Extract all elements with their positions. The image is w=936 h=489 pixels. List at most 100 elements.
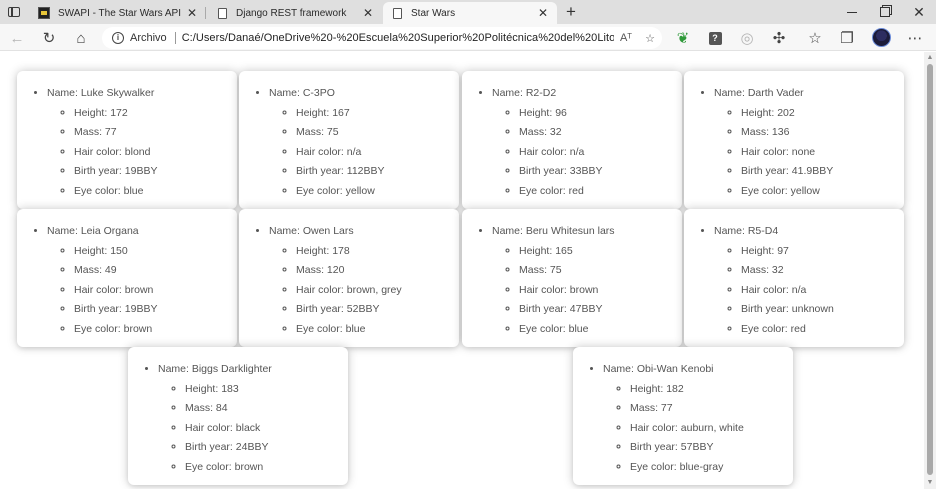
address-scheme-label: Archivo bbox=[130, 32, 167, 44]
info-icon[interactable]: i bbox=[112, 32, 124, 44]
close-window-button[interactable]: ✕ bbox=[902, 0, 936, 24]
eye-label: Eye color: bbox=[296, 184, 346, 197]
character-mass-item: Mass: 84 bbox=[185, 399, 272, 419]
character-hair-color: blond bbox=[124, 145, 151, 158]
character-height-item: Height: 150 bbox=[74, 242, 157, 262]
character-birth-year-item: Birth year: 24BBY bbox=[185, 438, 272, 458]
profile-avatar[interactable] bbox=[872, 28, 891, 47]
character-hair-color: auburn, white bbox=[680, 421, 744, 434]
close-icon[interactable]: ✕ bbox=[360, 6, 376, 20]
eye-label: Eye color: bbox=[519, 184, 569, 197]
character-name: R5-D4 bbox=[747, 225, 779, 237]
character-name: R2-D2 bbox=[525, 87, 557, 99]
character-card: Name: Obi-Wan KenobiHeight: 182Mass: 77H… bbox=[573, 347, 793, 485]
birth-label: Birth year: bbox=[630, 441, 681, 453]
character-card: Name: Leia OrganaHeight: 150Mass: 49Hair… bbox=[17, 209, 237, 347]
more-menu-icon[interactable]: ⋯ bbox=[904, 27, 926, 49]
character-height: 167 bbox=[332, 106, 350, 119]
character-hair-color: n/a bbox=[346, 145, 362, 158]
url-text[interactable]: C:/Users/Danaé/OneDrive%20-%20Escuela%20… bbox=[182, 32, 614, 44]
name-label: Name: bbox=[714, 225, 748, 237]
birth-label: Birth year: bbox=[519, 303, 570, 315]
mass-label: Mass: bbox=[185, 402, 216, 414]
name-label: Name: bbox=[269, 87, 303, 99]
hair-label: Hair color: bbox=[74, 145, 125, 158]
character-eye-color-item: Eye color: blue bbox=[74, 182, 157, 202]
character-mass: 77 bbox=[104, 126, 117, 138]
name-label: Name: bbox=[492, 87, 526, 99]
character-birth-year: 19BBY bbox=[124, 165, 158, 177]
character-eye-color: brown bbox=[234, 460, 264, 473]
character-hair-color-item: Hair color: blond bbox=[74, 143, 157, 163]
scroll-up-icon[interactable]: ▲ bbox=[926, 54, 934, 62]
character-mass-item: Mass: 75 bbox=[519, 261, 615, 281]
character-name: Darth Vader bbox=[747, 87, 804, 99]
mass-label: Mass: bbox=[74, 264, 105, 276]
minimize-button[interactable] bbox=[835, 0, 869, 24]
mass-label: Mass: bbox=[296, 126, 327, 138]
scroll-down-icon[interactable]: ▼ bbox=[926, 479, 934, 487]
tab-swapi[interactable]: SWAPI - The Star Wars API ✕ bbox=[30, 2, 206, 24]
tab-star-wars[interactable]: Star Wars ✕ bbox=[383, 2, 557, 24]
new-tab-button[interactable]: + bbox=[561, 3, 581, 21]
eye-label: Eye color: bbox=[741, 322, 791, 335]
collections-icon[interactable]: ❐ bbox=[836, 27, 858, 49]
character-birth-year: 19BBY bbox=[124, 303, 158, 315]
hair-label: Hair color: bbox=[185, 421, 236, 434]
close-icon[interactable]: ✕ bbox=[184, 6, 200, 20]
birth-label: Birth year: bbox=[741, 303, 792, 315]
extension-leaf-icon[interactable]: ❦ bbox=[672, 27, 694, 49]
tab-django-rest[interactable]: Django REST framework ✕ bbox=[208, 2, 382, 24]
character-mass-item: Mass: 32 bbox=[519, 123, 602, 143]
character-birth-year: 41.9BBY bbox=[791, 165, 834, 177]
character-eye-color: red bbox=[568, 184, 584, 197]
refresh-button[interactable]: ↻ bbox=[38, 27, 60, 49]
hair-label: Hair color: bbox=[296, 283, 347, 296]
character-name: Biggs Darklighter bbox=[191, 363, 272, 375]
character-birth-year: 52BBY bbox=[346, 303, 380, 315]
height-label: Height: bbox=[630, 382, 667, 395]
character-card: Name: R2-D2Height: 96Mass: 32Hair color:… bbox=[462, 71, 682, 209]
hair-label: Hair color: bbox=[519, 145, 570, 158]
character-eye-color: red bbox=[790, 322, 806, 335]
extensions-puzzle-icon[interactable]: ✣ bbox=[768, 27, 790, 49]
character-name: C-3PO bbox=[302, 87, 335, 99]
character-hair-color-item: Hair color: brown bbox=[519, 281, 615, 301]
maximize-button[interactable] bbox=[868, 0, 902, 24]
character-name: Owen Lars bbox=[302, 225, 354, 237]
address-bar[interactable]: i Archivo C:/Users/Danaé/OneDrive%20-%20… bbox=[102, 27, 662, 49]
help-icon[interactable]: ? bbox=[704, 27, 726, 49]
vertical-scrollbar[interactable]: ▲ ▼ bbox=[924, 52, 936, 489]
height-label: Height: bbox=[74, 106, 111, 119]
character-birth-year: 24BBY bbox=[235, 441, 269, 453]
read-aloud-icon[interactable]: Aᵀ bbox=[614, 32, 638, 44]
character-height-item: Height: 202 bbox=[741, 104, 833, 124]
character-card: Name: Owen LarsHeight: 178Mass: 120Hair … bbox=[239, 209, 459, 347]
character-eye-color-item: Eye color: blue bbox=[296, 320, 402, 340]
character-birth-year-item: Birth year: 33BBY bbox=[519, 162, 602, 182]
character-mass-item: Mass: 32 bbox=[741, 261, 834, 281]
hair-label: Hair color: bbox=[630, 421, 681, 434]
character-mass-item: Mass: 75 bbox=[296, 123, 385, 143]
tab-title: Django REST framework bbox=[236, 7, 347, 19]
back-button[interactable]: ← bbox=[6, 27, 28, 49]
name-label: Name: bbox=[158, 363, 192, 375]
scroll-thumb[interactable] bbox=[927, 64, 933, 475]
favorite-add-icon[interactable]: ☆ bbox=[638, 32, 662, 45]
extension-disabled-icon[interactable]: ◎ bbox=[736, 27, 758, 49]
home-button[interactable]: ⌂ bbox=[70, 27, 92, 49]
name-label: Name: bbox=[714, 87, 748, 99]
eye-label: Eye color: bbox=[296, 322, 346, 335]
character-eye-color: yellow bbox=[790, 184, 820, 197]
character-birth-year-item: Birth year: 52BBY bbox=[296, 300, 402, 320]
page-icon bbox=[391, 7, 403, 19]
close-icon[interactable]: ✕ bbox=[535, 6, 551, 20]
character-name: Beru Whitesun lars bbox=[525, 225, 615, 237]
tab-actions-icon[interactable] bbox=[0, 0, 28, 24]
favorites-icon[interactable]: ☆ bbox=[804, 27, 826, 49]
character-mass: 49 bbox=[104, 264, 117, 276]
character-hair-color: n/a bbox=[569, 145, 585, 158]
height-label: Height: bbox=[296, 106, 333, 119]
character-card: Name: Darth VaderHeight: 202Mass: 136Hai… bbox=[684, 71, 904, 209]
eye-label: Eye color: bbox=[74, 322, 124, 335]
